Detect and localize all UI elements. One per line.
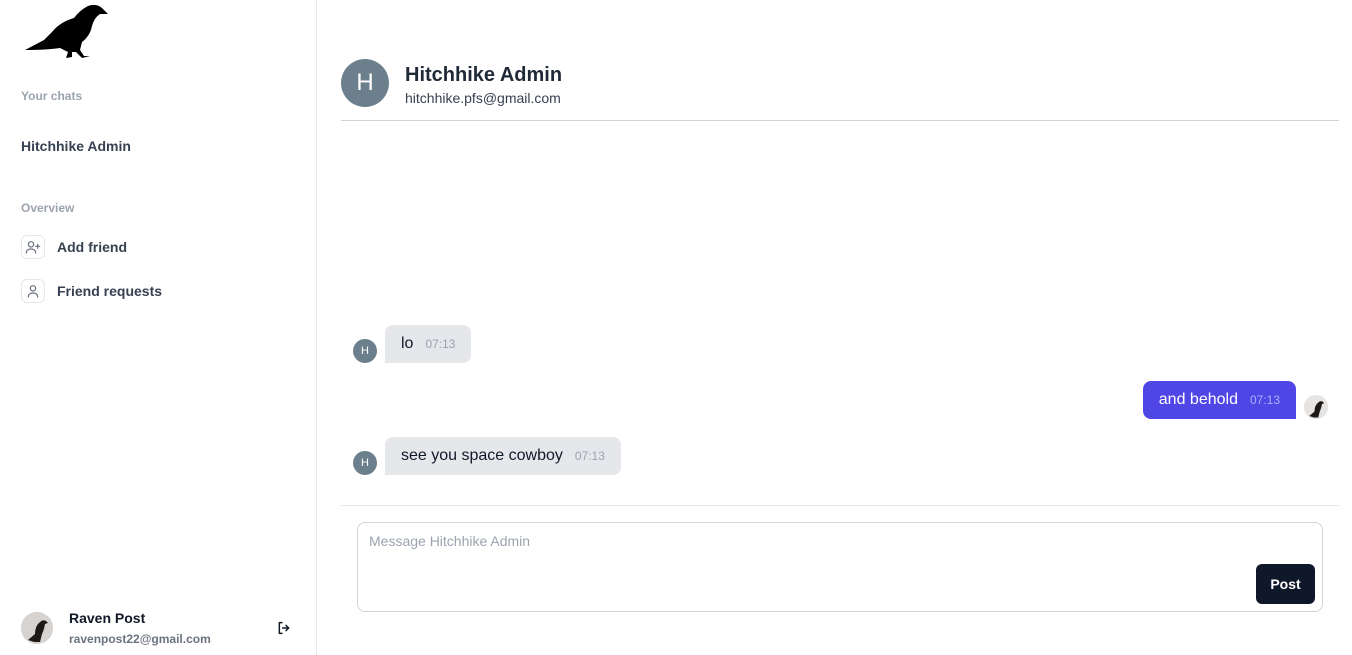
- message-time: 07:13: [425, 337, 456, 351]
- nav-add-friend[interactable]: Add friend: [21, 235, 127, 259]
- partner-avatar-small: H: [353, 339, 377, 363]
- partner-email: hitchhike.pfs@gmail.com: [405, 90, 561, 106]
- message-text: lo: [401, 335, 414, 352]
- your-chats-label: Your chats: [21, 89, 83, 103]
- message-time: 07:13: [1249, 393, 1280, 407]
- partner-name: Hitchhike Admin: [405, 64, 563, 86]
- message-incoming: H see you space cowboy 07:13: [353, 437, 621, 475]
- user-plus-icon: [21, 235, 45, 259]
- partner-avatar: H: [341, 59, 389, 107]
- user-icon: [21, 279, 45, 303]
- profile-email: ravenpost22@gmail.com: [69, 632, 211, 646]
- message-text: and behold: [1158, 391, 1238, 408]
- sidebar: Your chats Hitchhike Admin Overview Add …: [0, 0, 317, 655]
- message-incoming: H lo 07:13: [353, 325, 472, 363]
- chat-panel: H Hitchhike Admin hitchhike.pfs@gmail.co…: [317, 0, 1352, 655]
- post-button[interactable]: Post: [1256, 564, 1315, 604]
- nav-friend-requests[interactable]: Friend requests: [21, 279, 162, 303]
- chat-header: H Hitchhike Admin hitchhike.pfs@gmail.co…: [341, 59, 1339, 121]
- divider: [341, 505, 1339, 506]
- message-input[interactable]: [369, 533, 1249, 573]
- overview-label: Overview: [21, 201, 75, 215]
- logout-icon[interactable]: [274, 618, 294, 638]
- avatar: [21, 612, 53, 644]
- raven-logo-icon[interactable]: [22, 2, 110, 60]
- profile-name: Raven Post: [69, 610, 146, 626]
- message-bubble: see you space cowboy 07:13: [385, 437, 621, 475]
- message-text: see you space cowboy: [401, 447, 563, 464]
- message-composer: Post: [357, 522, 1323, 612]
- self-avatar: [1304, 395, 1328, 419]
- partner-avatar-small: H: [353, 451, 377, 475]
- nav-friend-requests-label: Friend requests: [57, 283, 163, 299]
- nav-add-friend-label: Add friend: [57, 239, 127, 255]
- message-outgoing: and behold 07:13: [1142, 381, 1328, 419]
- user-profile: Raven Post ravenpost22@gmail.com: [21, 610, 211, 646]
- message-time: 07:13: [574, 449, 605, 463]
- message-bubble: and behold 07:13: [1142, 381, 1296, 419]
- message-bubble: lo 07:13: [385, 325, 472, 363]
- chat-item-hitchhike-admin[interactable]: Hitchhike Admin: [21, 138, 131, 154]
